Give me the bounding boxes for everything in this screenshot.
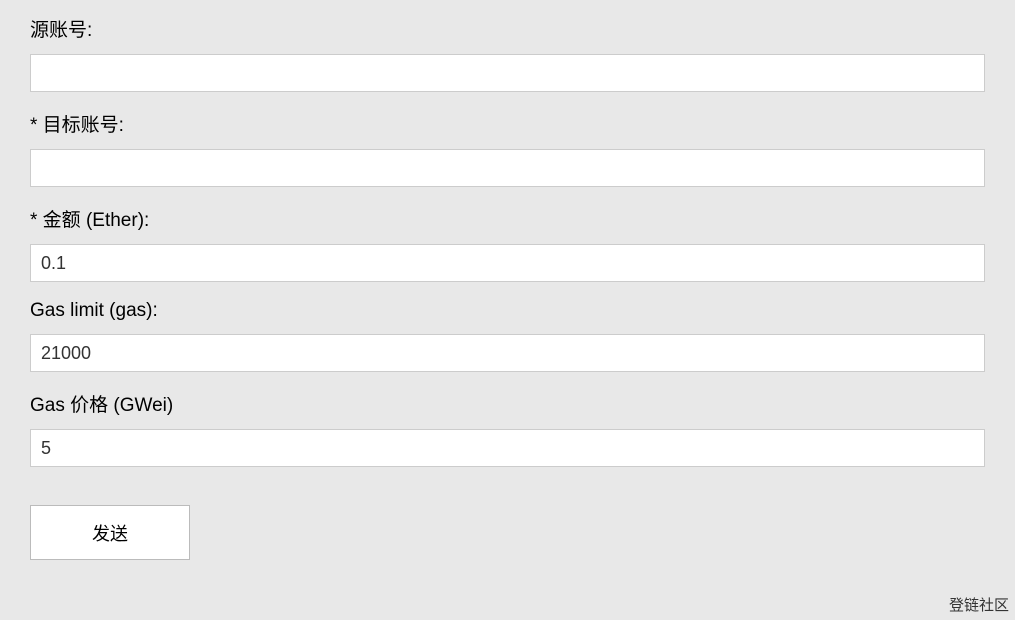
gas-limit-input[interactable] (30, 334, 985, 372)
source-account-input[interactable] (30, 54, 985, 92)
transaction-form: 源账号: * 目标账号: * 金额 (Ether): Gas limit (ga… (30, 15, 985, 560)
watermark-text: 登链社区 (949, 594, 1009, 615)
gas-limit-group: Gas limit (gas): (30, 300, 985, 372)
send-button[interactable]: 发送 (30, 505, 190, 560)
target-account-group: * 目标账号: (30, 110, 985, 187)
amount-input[interactable] (30, 244, 985, 282)
source-account-label: 源账号: (30, 15, 985, 42)
target-account-input[interactable] (30, 149, 985, 187)
amount-group: * 金额 (Ether): (30, 205, 985, 282)
amount-label: * 金额 (Ether): (30, 205, 985, 232)
gas-price-label: Gas 价格 (GWei) (30, 390, 985, 417)
target-account-label: * 目标账号: (30, 110, 985, 137)
source-account-group: 源账号: (30, 15, 985, 92)
gas-price-input[interactable] (30, 429, 985, 467)
gas-price-group: Gas 价格 (GWei) (30, 390, 985, 467)
gas-limit-label: Gas limit (gas): (30, 300, 985, 322)
